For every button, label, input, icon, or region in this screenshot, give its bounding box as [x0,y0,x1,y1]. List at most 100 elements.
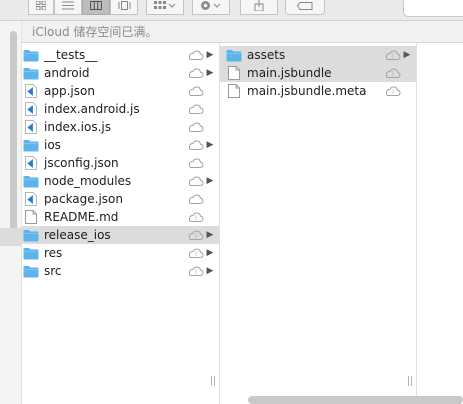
action-button[interactable] [192,0,230,15]
list-item[interactable]: __tests__ ▶ [22,46,219,64]
list-item[interactable]: index.android.js▶ [22,100,219,118]
share-icon [254,0,264,14]
list-item[interactable]: main.jsbundle.meta▶ [220,82,416,100]
folder-icon [23,66,39,80]
browser-column-empty [417,43,463,404]
gallery-view-button[interactable] [110,0,138,15]
list-icon [62,1,74,13]
vscode-file-icon [23,120,39,134]
item-label: src [44,264,62,278]
list-view-button[interactable] [54,0,82,15]
cloud-pending-icon [187,247,205,259]
item-label: node_modules [44,174,132,188]
browser-column-root: __tests__▶android▶app.json▶index.android… [22,43,220,404]
folder-icon [23,228,39,242]
disclosure-arrow-icon: ▶ [206,176,214,186]
disclosure-arrow-icon: ▶ [206,266,214,276]
list-item[interactable]: README.md▶ [22,208,219,226]
folder-icon [23,138,39,152]
cloud-icon [187,175,205,187]
selection-strip [0,228,22,246]
cloud-pending-icon [384,49,402,61]
grid-icon [35,0,47,13]
vscode-file-icon [23,192,39,206]
column-view-button[interactable] [82,0,110,15]
item-label: main.jsbundle.meta [247,84,367,98]
vertical-scrollbar-thumb[interactable] [10,31,17,241]
item-label: app.json [44,84,95,98]
document-icon [23,210,39,224]
cloud-icon [187,103,205,115]
item-label: res [44,246,63,260]
vscode-file-icon [23,102,39,116]
list-item[interactable]: assets ▶ [220,46,416,64]
arrange-grid-icon [154,1,176,13]
disclosure-arrow-icon: ▶ [206,50,214,60]
item-label: main.jsbundle [247,66,332,80]
horizontal-scrollbar-thumb[interactable] [248,396,463,404]
list-item[interactable]: release_ios ▶ [22,226,219,244]
cloud-pending-icon [384,85,402,97]
gear-icon [200,0,222,14]
finder-toolbar [0,0,463,21]
disclosure-arrow-icon: ▶ [403,50,411,60]
cloud-pending-icon [187,229,205,241]
item-label: assets [247,48,286,62]
list-item[interactable]: node_modules ▶ [22,172,219,190]
disclosure-arrow-icon: ▶ [206,140,214,150]
cloud-icon [187,139,205,151]
item-label: release_ios [44,228,111,242]
list-item[interactable]: app.json▶ [22,82,219,100]
cloud-icon [187,85,205,97]
list-item[interactable]: android ▶ [22,64,219,82]
cloud-pending-icon [187,211,205,223]
document-icon [226,84,242,98]
folder-icon [23,48,39,62]
item-label: index.android.js [44,102,140,116]
disclosure-arrow-icon: ▶ [206,230,214,240]
cloud-pending-icon [384,67,402,79]
cloud-icon [187,157,205,169]
item-label: README.md [44,210,119,224]
folder-icon [23,264,39,278]
item-label: ios [44,138,61,152]
list-item[interactable]: src ▶ [22,262,219,280]
icloud-storage-banner: iCloud 储存空间已满。 [22,21,463,43]
tag-icon [296,1,313,13]
item-label: package.json [44,192,124,206]
item-label: android [44,66,90,80]
browser-column-release-ios: assets ▶ main.jsbundle▶main.jsbundle.meta▶ [220,43,417,404]
disclosure-arrow-icon: ▶ [206,68,214,78]
sidebar-edge [0,21,22,404]
item-label: index.ios.js [44,120,111,134]
list-item[interactable]: package.json▶ [22,190,219,208]
arrange-button[interactable] [146,0,184,15]
list-item[interactable]: res ▶ [22,244,219,262]
gallery-icon [118,1,131,13]
folder-icon [23,174,39,188]
cloud-icon [187,193,205,205]
tags-button[interactable] [285,0,325,15]
document-icon [226,66,242,80]
columns-icon [90,1,102,13]
list-item[interactable]: ios ▶ [22,136,219,154]
cloud-icon [187,49,205,61]
folder-icon [23,246,39,260]
cloud-icon [187,121,205,133]
cloud-pending-icon [187,265,205,277]
list-item[interactable]: main.jsbundle▶ [220,64,416,82]
item-label: jsconfig.json [44,156,119,170]
column-resize-handle[interactable] [408,376,412,386]
column-resize-handle[interactable] [211,376,215,386]
share-button[interactable] [240,0,278,15]
cloud-icon [187,67,205,79]
icloud-storage-message: iCloud 储存空间已满。 [32,25,158,39]
vscode-file-icon [23,156,39,170]
list-item[interactable]: index.ios.js▶ [22,118,219,136]
item-label: __tests__ [44,48,98,62]
search-field[interactable] [403,0,463,17]
disclosure-arrow-icon: ▶ [206,248,214,258]
vscode-file-icon [23,84,39,98]
list-item[interactable]: jsconfig.json▶ [22,154,219,172]
icon-view-button[interactable] [28,0,54,15]
